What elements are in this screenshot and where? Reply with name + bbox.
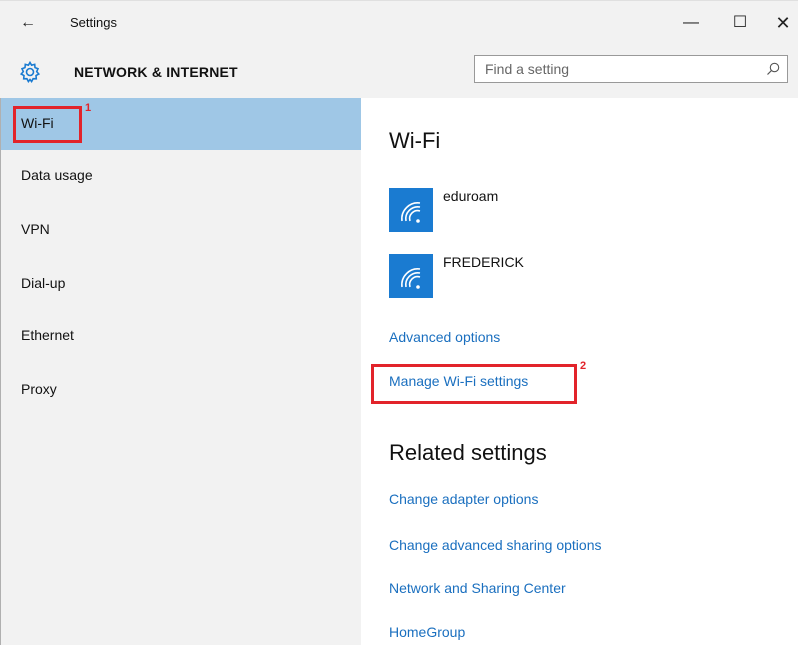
annotation-box-1 <box>13 106 82 143</box>
sidebar-item-label: Ethernet <box>21 327 74 343</box>
advanced-options-link[interactable]: Advanced options <box>389 329 500 345</box>
title-bar: ← Settings — ☐ ✕ <box>0 0 798 42</box>
back-button[interactable]: ← <box>18 13 38 33</box>
sidebar-item-data-usage[interactable]: Data usage <box>1 150 362 202</box>
network-item-frederick[interactable]: FREDERICK <box>389 254 689 298</box>
network-name: eduroam <box>443 188 499 204</box>
page-title: NETWORK & INTERNET <box>74 64 238 80</box>
annotation-number-1: 1 <box>85 102 92 114</box>
change-adapter-options-link[interactable]: Change adapter options <box>389 491 538 507</box>
wifi-section-title: Wi-Fi <box>389 128 441 153</box>
search-icon[interactable] <box>765 61 781 77</box>
minimize-button[interactable]: — <box>676 9 706 37</box>
sidebar-item-ethernet[interactable]: Ethernet <box>1 310 362 362</box>
maximize-button[interactable]: ☐ <box>725 9 755 37</box>
related-settings-title: Related settings <box>389 440 547 465</box>
sidebar-item-label: Dial-up <box>21 275 66 291</box>
network-item-eduroam[interactable]: eduroam <box>389 188 689 232</box>
sidebar-item-vpn[interactable]: VPN <box>1 204 362 256</box>
sidebar-item-label: VPN <box>21 221 50 237</box>
sidebar: Wi-Fi Data usage VPN Dial-up Ethernet Pr… <box>0 98 362 645</box>
network-sharing-center-link[interactable]: Network and Sharing Center <box>389 580 566 596</box>
change-advanced-sharing-link[interactable]: Change advanced sharing options <box>389 537 602 553</box>
homegroup-link[interactable]: HomeGroup <box>389 624 465 640</box>
network-name: FREDERICK <box>443 254 524 270</box>
sidebar-item-proxy[interactable]: Proxy <box>1 364 362 416</box>
wifi-icon <box>389 254 433 298</box>
gear-icon <box>19 60 41 83</box>
annotation-box-2 <box>371 364 577 404</box>
wifi-icon <box>389 188 433 232</box>
sidebar-item-label: Data usage <box>21 167 93 183</box>
close-button[interactable]: ✕ <box>768 9 798 37</box>
sidebar-item-dial-up[interactable]: Dial-up <box>1 258 362 310</box>
sidebar-item-label: Proxy <box>21 381 57 397</box>
annotation-number-2: 2 <box>580 360 587 372</box>
search-box[interactable] <box>474 55 788 83</box>
page-header: NETWORK & INTERNET <box>0 42 798 98</box>
window-title: Settings <box>70 15 117 30</box>
search-input[interactable] <box>475 56 755 82</box>
